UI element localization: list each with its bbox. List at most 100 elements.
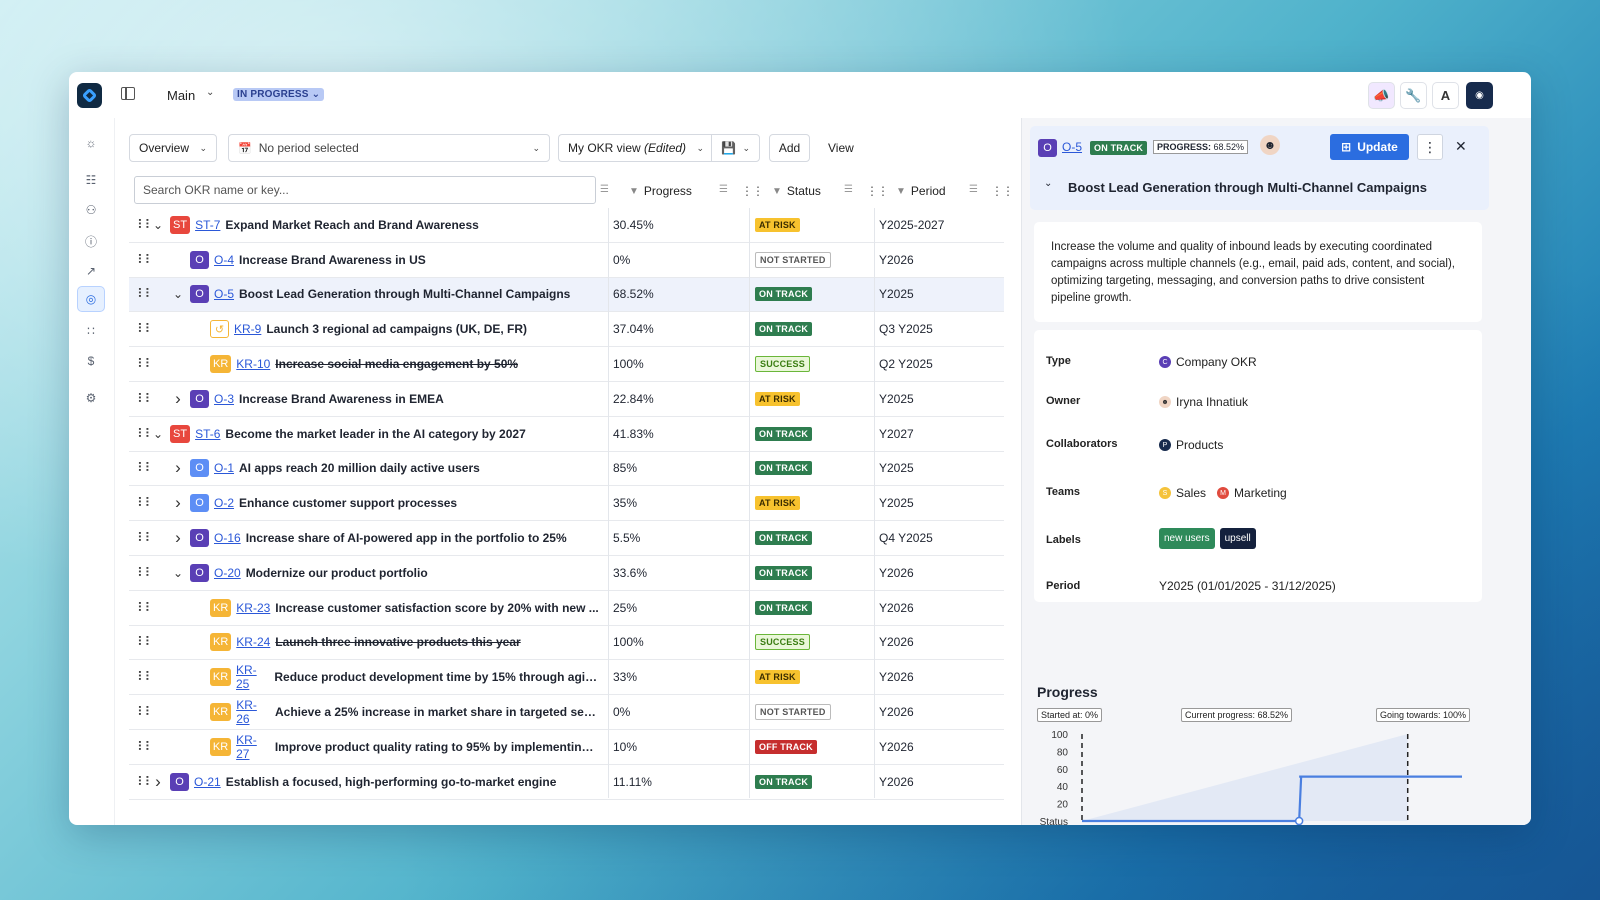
row-drag-handle-icon[interactable]: ⠇⠇ [137,243,154,277]
okr-key-link[interactable]: O-4 [214,253,234,267]
column-header-status[interactable]: ▼ Status [772,184,821,198]
okr-name[interactable]: Modernize our product portfolio [246,566,428,580]
table-row[interactable]: ⠇⠇ KR KR-10 Increase social media engagemen… [129,347,1004,382]
okr-name[interactable]: Launch 3 regional ad campaigns (UK, DE, … [266,322,527,336]
collapse-chevron-icon[interactable]: ⌄ [151,208,165,242]
okr-key-link[interactable]: KR-25 [236,663,269,691]
table-row[interactable]: ⠇⠇ › O O-21 Establish a focused, high-perfor… [129,765,1004,800]
status-cell[interactable]: ON TRACK [755,452,813,486]
okr-name[interactable]: Improve product quality rating to 95% by… [275,740,599,754]
table-row[interactable]: ⠇⠇ › O O-3 Increase Brand Awareness in EMEA 2… [129,382,1004,417]
row-drag-handle-icon[interactable]: ⠇⠇ [137,521,154,555]
expand-chevron-icon[interactable]: › [171,452,185,486]
okr-key-link[interactable]: O-16 [214,531,241,545]
filter-lines-icon[interactable]: ☰ [600,184,609,195]
okr-name[interactable]: Establish a focused, high-performing go-… [226,775,557,789]
add-button[interactable]: Add [769,134,810,162]
okr-key-link[interactable]: O-5 [214,287,234,301]
workspace-status-badge[interactable]: IN PROGRESS ⌄ [233,88,325,101]
chevron-down-icon[interactable]: ⌄ [206,87,214,98]
column-drag-icon[interactable]: ⋮⋮ [866,184,889,198]
okr-key-link[interactable]: ST-6 [195,427,220,441]
row-drag-handle-icon[interactable]: ⠇⠇ [137,695,154,729]
row-drag-handle-icon[interactable]: ⠇⠇ [137,730,154,764]
settings-gear-icon[interactable]: ⚙ [83,390,99,406]
expand-chevron-icon[interactable]: › [151,765,165,799]
sidebar-toggle-icon[interactable] [121,87,135,100]
view-button[interactable]: View [819,134,863,162]
update-button[interactable]: ⊞ Update [1330,134,1409,160]
okr-key-link[interactable]: O-1 [214,461,234,475]
status-cell[interactable]: SUCCESS [755,626,810,660]
row-drag-handle-icon[interactable]: ⠇⠇ [137,417,154,451]
status-cell[interactable]: ON TRACK [755,312,813,346]
owner-avatar[interactable]: ☻ [1260,135,1280,155]
okr-name[interactable]: Enhance customer support processes [239,496,457,510]
status-cell[interactable]: NOT STARTED [755,695,831,729]
row-drag-handle-icon[interactable]: ⠇⠇ [137,208,154,242]
table-row[interactable]: ⠇⠇ › O O-2 Enhance customer support processe… [129,486,1004,522]
status-cell[interactable]: OFF TRACK [755,730,817,764]
status-cell[interactable]: ON TRACK [755,556,813,590]
column-menu-icon[interactable]: ☰ [969,184,978,195]
status-cell[interactable]: ON TRACK [755,765,813,799]
period-selector[interactable]: 📅 No period selected ⌄ [228,134,550,162]
collapse-chevron-icon[interactable]: ⌄ [171,556,185,590]
announcement-icon[interactable]: 📣 [1368,82,1395,109]
okr-key-link[interactable]: KR-9 [234,322,261,336]
table-row[interactable]: ⠇⠇ › O O-1 AI apps reach 20 million daily ac… [129,452,1004,487]
table-row[interactable]: ⠇⠇ KR KR-24 Launch three innovative product… [129,626,1004,661]
table-row[interactable]: ⠇⠇ ⌄ ST ST-6 Become the market leader in the… [129,417,1004,452]
collapse-chevron-icon[interactable]: ⌄ [171,278,185,312]
okr-key-link[interactable]: O-3 [214,392,234,406]
okr-key-link[interactable]: O-21 [194,775,221,789]
okr-name[interactable]: Launch three innovative products this ye… [275,635,520,649]
row-drag-handle-icon[interactable]: ⠇⠇ [137,312,154,346]
save-view-button[interactable]: 💾 ⌄ [711,134,760,162]
more-options-icon[interactable]: ⋮ [1417,134,1443,160]
okr-name[interactable]: Increase Brand Awareness in EMEA [239,392,444,406]
column-menu-icon[interactable]: ☰ [719,184,728,195]
okr-name[interactable]: Increase share of AI-powered app in the … [246,531,567,545]
column-drag-icon[interactable]: ⋮⋮ [741,184,764,198]
okr-key-link[interactable]: KR-24 [236,635,270,649]
status-cell[interactable]: AT RISK [755,208,800,242]
table-row[interactable]: ⠇⠇ ↺ KR-9 Launch 3 regional ad campaigns (U… [129,312,1004,348]
column-menu-icon[interactable]: ☰ [844,184,853,195]
okr-name[interactable]: AI apps reach 20 million daily active us… [239,461,480,475]
status-cell[interactable]: AT RISK [755,486,800,520]
target-icon[interactable]: ◎ [77,286,105,312]
collapse-chevron-icon[interactable]: ⌄ [151,417,165,451]
table-row[interactable]: ⠇⠇ KR KR-27 Improve product quality rating … [129,730,1004,765]
okr-name[interactable]: Become the market leader in the AI categ… [225,427,525,441]
status-cell[interactable]: AT RISK [755,382,800,416]
okr-name[interactable]: Increase customer satisfaction score by … [275,601,598,615]
workspace-selector[interactable]: Main [167,88,195,103]
status-cell[interactable]: SUCCESS [755,347,810,381]
wrench-icon[interactable]: 🔧 [1400,82,1427,109]
okr-key-link[interactable]: KR-23 [236,601,270,615]
labels-value[interactable]: new users upsell [1159,528,1256,549]
row-drag-handle-icon[interactable]: ⠇⠇ [137,382,154,416]
table-row[interactable]: ⠇⠇ O O-4 Increase Brand Awareness in US 0% NO… [129,243,1004,278]
app-logo-icon[interactable] [77,83,102,108]
table-row[interactable]: ⠇⠇ › O O-16 Increase share of AI-powered app… [129,521,1004,556]
okr-name[interactable]: Achieve a 25% increase in market share i… [275,705,599,719]
close-icon[interactable]: ✕ [1455,138,1467,155]
table-row[interactable]: ⠇⠇ KR KR-23 Increase customer satisfaction … [129,591,1004,626]
okr-key-link[interactable]: KR-26 [236,698,270,726]
okr-name[interactable]: Increase Brand Awareness in US [239,253,426,267]
status-cell[interactable]: ON TRACK [755,521,813,555]
expand-chevron-icon[interactable]: › [171,486,185,520]
status-cell[interactable]: ON TRACK [755,417,813,451]
scatter-chart-icon[interactable]: ∷ [83,323,99,339]
column-header-period[interactable]: ▼ Period [896,184,946,198]
okr-name[interactable]: Increase social media engagement by 50% [275,357,518,371]
row-drag-handle-icon[interactable]: ⠇⠇ [137,591,154,625]
table-row[interactable]: ⠇⠇ ⌄ O O-20 Modernize our product portfolio 3… [129,556,1004,591]
row-drag-handle-icon[interactable]: ⠇⠇ [137,347,154,381]
expand-chevron-icon[interactable]: › [171,382,185,416]
row-drag-handle-icon[interactable]: ⠇⠇ [137,765,154,799]
row-drag-handle-icon[interactable]: ⠇⠇ [137,278,154,312]
okr-key-link[interactable]: KR-10 [236,357,270,371]
